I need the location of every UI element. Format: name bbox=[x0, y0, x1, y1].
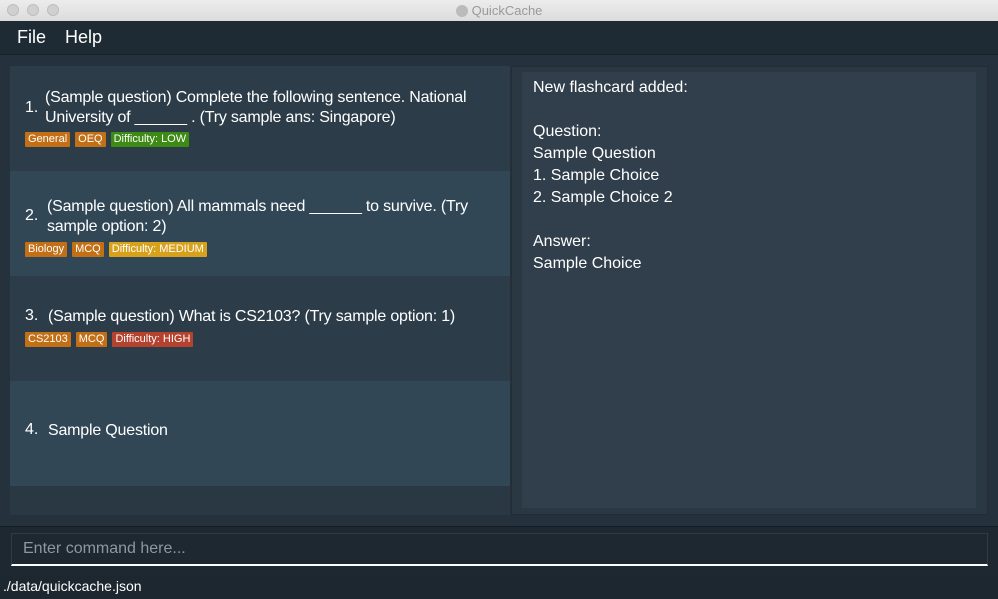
result-line: Question: bbox=[533, 123, 602, 140]
tag-difficulty: Difficulty: MEDIUM bbox=[108, 242, 207, 257]
flashcard-index: 3. bbox=[25, 307, 39, 324]
tag-category: CS2103 bbox=[25, 332, 71, 347]
tag-type: OEQ bbox=[75, 132, 106, 147]
result-line: Sample Choice bbox=[533, 255, 642, 272]
tag-category: General bbox=[25, 132, 71, 147]
flashcard-list[interactable]: 1. (Sample question) Complete the follow… bbox=[10, 66, 510, 515]
tag-difficulty: Difficulty: HIGH bbox=[112, 332, 194, 347]
flashcard-tags: General OEQ Difficulty: LOW bbox=[25, 132, 190, 147]
window-title: QuickCache bbox=[471, 3, 543, 18]
window-titlebar: QuickCache bbox=[0, 0, 998, 22]
result-display[interactable]: New flashcard added: Question: Sample Qu… bbox=[522, 72, 976, 508]
tag-difficulty: Difficulty: LOW bbox=[110, 132, 190, 147]
result-line: Sample Question bbox=[533, 145, 656, 162]
tag-type: MCQ bbox=[75, 332, 108, 347]
flashcard-item[interactable]: 2. (Sample question) All mammals need __… bbox=[10, 171, 510, 276]
command-input[interactable] bbox=[11, 533, 988, 566]
flashcard-index: 1. bbox=[25, 99, 39, 116]
result-line: 1. Sample Choice bbox=[533, 167, 660, 184]
tag-category: Biology bbox=[25, 242, 68, 257]
flashcard-tags: CS2103 MCQ Difficulty: HIGH bbox=[25, 332, 194, 347]
flashcard-tags: Biology MCQ Difficulty: MEDIUM bbox=[25, 242, 207, 257]
flashcard-index: 4. bbox=[25, 421, 39, 438]
status-bar: ./data/quickcache.json bbox=[0, 575, 998, 599]
flashcard-item[interactable]: 1. (Sample question) Complete the follow… bbox=[10, 66, 510, 171]
app-icon bbox=[455, 4, 468, 17]
result-line: Answer: bbox=[533, 233, 591, 250]
result-line: New flashcard added: bbox=[533, 79, 688, 96]
flashcard-index: 2. bbox=[25, 207, 39, 224]
result-line: 2. Sample Choice 2 bbox=[533, 189, 673, 206]
flashcard-question: Sample Question bbox=[48, 422, 168, 439]
flashcard-question: (Sample question) All mammals need _____… bbox=[47, 198, 468, 235]
flashcard-item[interactable]: 4. Sample Question bbox=[10, 381, 510, 486]
flashcard-item[interactable]: 3. (Sample question) What is CS2103? (Tr… bbox=[10, 276, 510, 381]
menu-file[interactable]: File bbox=[17, 27, 46, 48]
storage-path: ./data/quickcache.json bbox=[3, 578, 142, 594]
menu-help[interactable]: Help bbox=[65, 27, 102, 48]
flashcard-question: (Sample question) Complete the following… bbox=[45, 89, 467, 126]
flashcard-question: (Sample question) What is CS2103? (Try s… bbox=[48, 308, 456, 325]
tag-type: MCQ bbox=[72, 242, 104, 257]
menu-bar: File Help bbox=[0, 21, 998, 55]
